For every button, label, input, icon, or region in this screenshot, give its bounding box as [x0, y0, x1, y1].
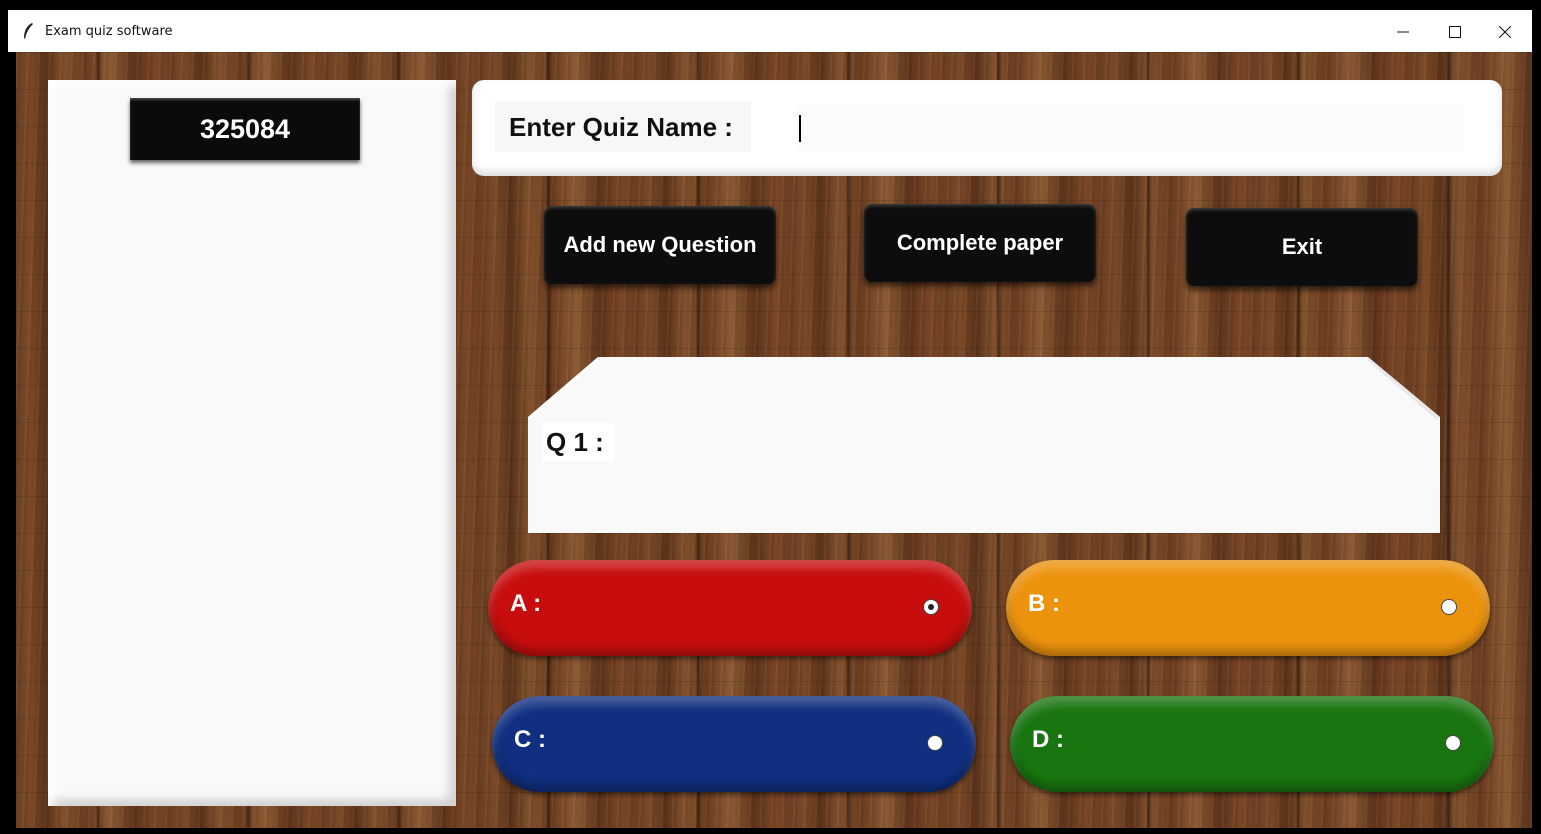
maximize-button[interactable] — [1432, 18, 1478, 46]
quiz-name-label: Enter Quiz Name : — [495, 102, 751, 152]
text-caret — [799, 115, 801, 142]
option-c-radio[interactable] — [928, 736, 942, 750]
option-b-label: B : — [1028, 590, 1060, 617]
quiz-name-bar: Enter Quiz Name : — [472, 80, 1502, 176]
add-question-button[interactable]: Add new Question — [544, 206, 776, 284]
feather-icon — [24, 23, 33, 39]
question-input[interactable] — [620, 423, 1424, 463]
minimize-button[interactable] — [1380, 18, 1426, 46]
main-canvas: 325084 Enter Quiz Name : Add new Questio… — [16, 52, 1532, 828]
exit-button[interactable]: Exit — [1186, 208, 1418, 286]
question-box: Q 1 : — [528, 357, 1440, 533]
option-d-radio[interactable] — [1446, 736, 1460, 750]
quiz-name-input[interactable] — [796, 104, 1464, 152]
option-b[interactable]: B : — [1006, 560, 1490, 656]
complete-paper-button[interactable]: Complete paper — [864, 204, 1096, 282]
option-d-label: D : — [1032, 726, 1064, 753]
title-bar: Exam quiz software — [8, 10, 1532, 52]
close-icon — [1499, 26, 1511, 38]
option-b-radio[interactable] — [1442, 600, 1456, 614]
question-label: Q 1 : — [542, 423, 614, 461]
option-a[interactable]: A : — [488, 560, 972, 656]
option-c[interactable]: C : — [492, 696, 976, 792]
quiz-code-badge: 325084 — [130, 98, 360, 160]
maximize-icon — [1449, 26, 1461, 38]
option-d[interactable]: D : — [1010, 696, 1494, 792]
window-title: Exam quiz software — [45, 24, 173, 39]
close-button[interactable] — [1482, 18, 1528, 46]
option-c-label: C : — [514, 726, 546, 753]
option-a-radio[interactable] — [924, 600, 938, 614]
minimize-icon — [1397, 31, 1409, 33]
question-list-panel — [48, 80, 456, 806]
option-a-label: A : — [510, 590, 542, 617]
